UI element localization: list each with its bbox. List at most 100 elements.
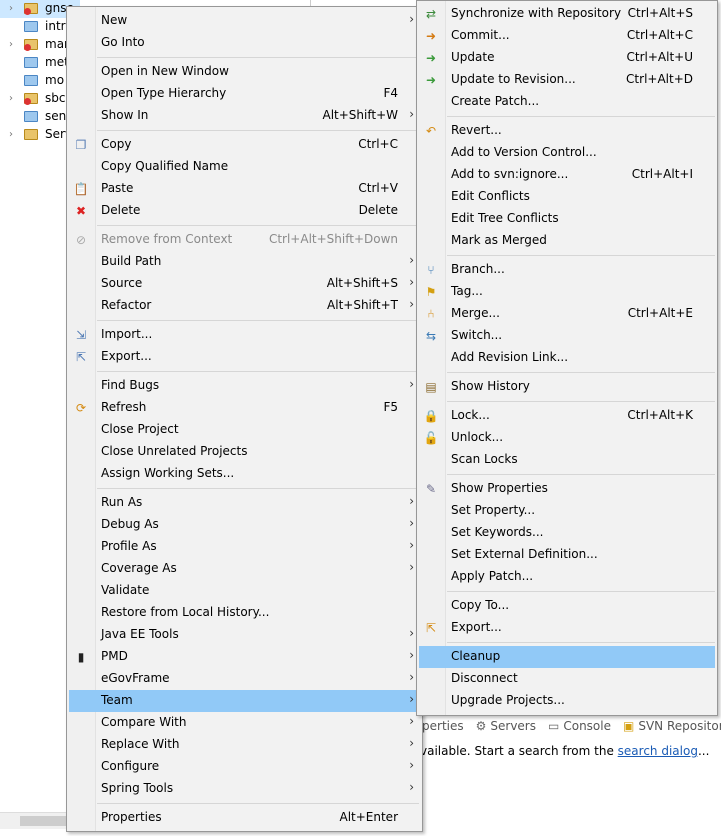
- menu-item-apply-patch[interactable]: Apply Patch...: [419, 566, 715, 588]
- menu-item-label: Edit Conflicts: [451, 189, 530, 203]
- menu-item-lock[interactable]: 🔒 Lock... Ctrl+Alt+K: [419, 405, 715, 427]
- menu-item-close-unrelated-projects[interactable]: Close Unrelated Projects: [69, 441, 420, 463]
- menu-item-edit-conflicts[interactable]: Edit Conflicts: [419, 186, 715, 208]
- update-icon: ➜: [425, 51, 437, 65]
- menu-item-mark-as-merged[interactable]: Mark as Merged: [419, 230, 715, 252]
- menu-item-assign-working-sets[interactable]: Assign Working Sets...: [69, 463, 420, 485]
- menu-item-refresh[interactable]: ⟳ Refresh F5: [69, 397, 420, 419]
- menu-item-coverage-as[interactable]: Coverage As ›: [69, 558, 420, 580]
- delete-icon: ✖: [75, 204, 87, 218]
- menu-item-upgrade-projects[interactable]: Upgrade Projects...: [419, 690, 715, 712]
- menu-item-import[interactable]: ⇲ Import...: [69, 324, 420, 346]
- menu-item-commit[interactable]: ➜ Commit... Ctrl+Alt+C: [419, 25, 715, 47]
- menu-item-label: Create Patch...: [451, 94, 540, 108]
- menu-item-paste[interactable]: 📋 Paste Ctrl+V: [69, 178, 420, 200]
- menu-item-unlock[interactable]: 🔓 Unlock...: [419, 427, 715, 449]
- menu-item-switch[interactable]: ⇆ Switch...: [419, 325, 715, 347]
- menu-item-open-type-hierarchy[interactable]: Open Type Hierarchy F4: [69, 83, 420, 105]
- menu-item-update[interactable]: ➜ Update Ctrl+Alt+U: [419, 47, 715, 69]
- menu-item-edit-tree-conflicts[interactable]: Edit Tree Conflicts: [419, 208, 715, 230]
- menu-item-configure[interactable]: Configure ›: [69, 756, 420, 778]
- menu-item-create-patch[interactable]: Create Patch...: [419, 91, 715, 113]
- menu-item-export[interactable]: ⇱ Export...: [419, 617, 715, 639]
- view-tab-console[interactable]: ▭ Console: [548, 719, 611, 733]
- menu-item-cleanup[interactable]: Cleanup: [419, 646, 715, 668]
- menu-item-refactor[interactable]: Refactor Alt+Shift+T ›: [69, 295, 420, 317]
- folder-icon: [24, 111, 38, 122]
- menu-item-tag[interactable]: ⚑ Tag...: [419, 281, 715, 303]
- menu-item-build-path[interactable]: Build Path ›: [69, 251, 420, 273]
- menu-item-add-to-version-control[interactable]: Add to Version Control...: [419, 142, 715, 164]
- servers-icon: ⚙: [475, 719, 487, 733]
- menu-item-validate[interactable]: Validate: [69, 580, 420, 602]
- remove-context-icon: ⊘: [75, 233, 87, 247]
- menu-item-label: Assign Working Sets...: [101, 466, 235, 480]
- menu-item-egovframe[interactable]: eGovFrame ›: [69, 668, 420, 690]
- view-tab-servers[interactable]: ⚙ Servers: [476, 719, 536, 733]
- menu-item-profile-as[interactable]: Profile As ›: [69, 536, 420, 558]
- pmd-icon: ▮: [77, 650, 85, 664]
- menu-item-label: Build Path: [101, 254, 162, 268]
- menu-separator: [97, 488, 419, 489]
- menu-item-label: Team: [101, 693, 133, 707]
- menu-item-run-as[interactable]: Run As ›: [69, 492, 420, 514]
- menu-item-set-external-definition[interactable]: Set External Definition...: [419, 544, 715, 566]
- menu-item-team[interactable]: Team ›: [69, 690, 420, 712]
- menu-item-compare-with[interactable]: Compare With ›: [69, 712, 420, 734]
- expand-arrow-icon[interactable]: ›: [9, 92, 19, 106]
- search-dialog-link[interactable]: search dialog: [618, 744, 698, 758]
- menu-item-properties[interactable]: Properties Alt+Enter: [69, 807, 420, 829]
- menu-item-add-revision-link[interactable]: Add Revision Link...: [419, 347, 715, 369]
- folder-icon: [24, 57, 38, 68]
- menu-item-export[interactable]: ⇱ Export...: [69, 346, 420, 368]
- menu-item-merge[interactable]: ⑃ Merge... Ctrl+Alt+E: [419, 303, 715, 325]
- show-properties-icon: ✎: [425, 482, 437, 496]
- menu-item-find-bugs[interactable]: Find Bugs ›: [69, 375, 420, 397]
- menu-item-java-ee-tools[interactable]: Java EE Tools ›: [69, 624, 420, 646]
- menu-item-replace-with[interactable]: Replace With ›: [69, 734, 420, 756]
- menu-item-remove-from-context: ⊘ Remove from Context Ctrl+Alt+Shift+Down: [69, 229, 420, 251]
- project-error-icon: [24, 39, 38, 51]
- menu-item-disconnect[interactable]: Disconnect: [419, 668, 715, 690]
- update-revision-icon: ➜: [425, 73, 437, 87]
- submenu-arrow-icon: ›: [409, 736, 414, 750]
- menu-item-revert[interactable]: ↶ Revert...: [419, 120, 715, 142]
- menu-item-show-history[interactable]: ▤ Show History: [419, 376, 715, 398]
- menu-item-copy-qualified-name[interactable]: Copy Qualified Name: [69, 156, 420, 178]
- submenu-arrow-icon: ›: [409, 538, 414, 552]
- menu-item-go-into[interactable]: Go Into: [69, 32, 420, 54]
- expand-arrow-icon[interactable]: ›: [9, 128, 19, 142]
- menu-item-shortcut: Ctrl+Alt+C: [626, 28, 693, 42]
- expand-arrow-icon[interactable]: ›: [9, 2, 19, 16]
- menu-item-add-to-svn-ignore[interactable]: Add to svn:ignore... Ctrl+Alt+I: [419, 164, 715, 186]
- menu-item-branch[interactable]: ⑂ Branch...: [419, 259, 715, 281]
- menu-item-source[interactable]: Source Alt+Shift+S ›: [69, 273, 420, 295]
- history-icon: ▤: [425, 380, 437, 394]
- menu-item-update-to-revision[interactable]: ➜ Update to Revision... Ctrl+Alt+D: [419, 69, 715, 91]
- menu-separator: [447, 255, 715, 256]
- menu-item-synchronize-with-repository[interactable]: ⇄ Synchronize with Repository Ctrl+Alt+S: [419, 3, 715, 25]
- menu-item-open-in-new-window[interactable]: Open in New Window: [69, 61, 420, 83]
- menu-item-close-project[interactable]: Close Project: [69, 419, 420, 441]
- menu-item-show-properties[interactable]: ✎ Show Properties: [419, 478, 715, 500]
- menu-item-shortcut: F5: [383, 400, 398, 414]
- menu-item-show-in[interactable]: Show In Alt+Shift+W ›: [69, 105, 420, 127]
- menu-item-copy-to[interactable]: Copy To...: [419, 595, 715, 617]
- menu-item-scan-locks[interactable]: Scan Locks: [419, 449, 715, 471]
- expand-arrow-icon[interactable]: ›: [9, 38, 19, 52]
- menu-item-label: Coverage As: [101, 561, 177, 575]
- menu-item-restore-from-local-history[interactable]: Restore from Local History...: [69, 602, 420, 624]
- menu-item-set-property[interactable]: Set Property...: [419, 500, 715, 522]
- menu-item-set-keywords[interactable]: Set Keywords...: [419, 522, 715, 544]
- menu-item-debug-as[interactable]: Debug As ›: [69, 514, 420, 536]
- view-tab-svn-repositor[interactable]: ▣ SVN Repositor: [623, 719, 721, 733]
- menu-item-spring-tools[interactable]: Spring Tools ›: [69, 778, 420, 800]
- menu-item-copy[interactable]: ❐ Copy Ctrl+C: [69, 134, 420, 156]
- menu-item-label: Add to Version Control...: [451, 145, 597, 159]
- menu-item-label: Validate: [101, 583, 150, 597]
- menu-item-delete[interactable]: ✖ Delete Delete: [69, 200, 420, 222]
- menu-item-label: Replace With: [101, 737, 180, 751]
- revert-icon: ↶: [425, 124, 437, 138]
- menu-item-pmd[interactable]: ▮ PMD ›: [69, 646, 420, 668]
- menu-item-new[interactable]: New ›: [69, 10, 420, 32]
